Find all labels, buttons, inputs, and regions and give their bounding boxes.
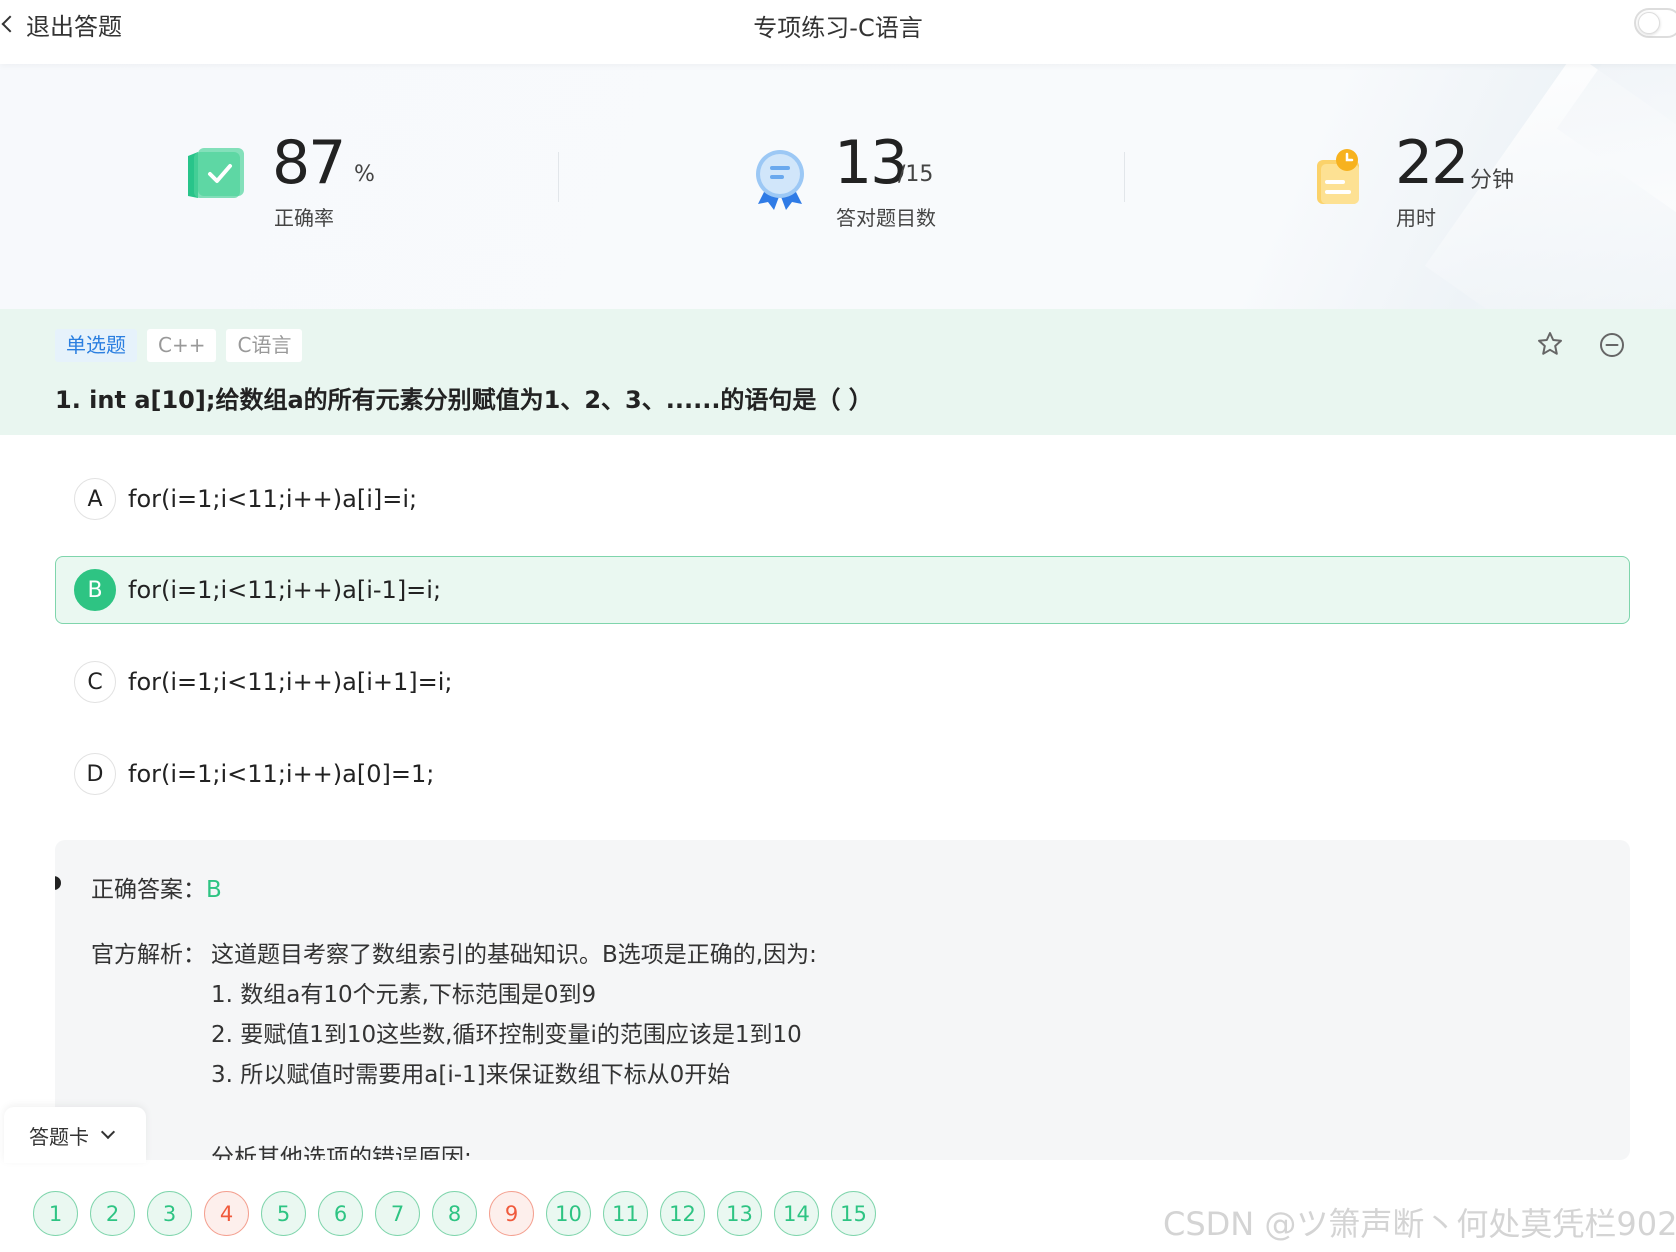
question-number-button[interactable]: 4 — [204, 1191, 249, 1236]
question-number-button[interactable]: 10 — [546, 1191, 591, 1236]
option-text: for(i=1;i<11;i++)a[0]=1; — [128, 760, 435, 788]
question-text: 1. int a[10];给数组a的所有元素分别赋值为1、2、3、......的… — [55, 386, 873, 414]
question-number-button[interactable]: 14 — [774, 1191, 819, 1236]
minus-circle-icon[interactable] — [1598, 331, 1626, 359]
topic-tag: C语言 — [226, 329, 303, 362]
time-value: 22 — [1395, 128, 1469, 198]
question-number-button[interactable]: 5 — [261, 1191, 306, 1236]
clock-note-icon — [1317, 149, 1359, 204]
settings-toggle[interactable] — [1634, 8, 1676, 38]
option-d[interactable]: D for(i=1;i<11;i++)a[0]=1; — [55, 740, 1630, 808]
result-stats: 87 % 正确率 13 /15 答对题目数 22 分钟 用时 — [0, 64, 1676, 309]
explanation-label: 官方解析： — [91, 942, 206, 968]
explanation-line: 2. 要赋值1到10这些数,循环控制变量i的范围应该是1到10 — [211, 1022, 802, 1048]
divider — [558, 152, 559, 202]
correct-count-value: 13 — [834, 128, 908, 198]
watermark: CSDN @ツ箫声断丶何处莫凭栏902 — [1163, 1205, 1676, 1243]
time-stat: 22 分钟 用时 — [1125, 64, 1676, 309]
option-letter: C — [74, 661, 116, 703]
question-type-tag: 单选题 — [55, 329, 137, 362]
question-number-button[interactable]: 6 — [318, 1191, 363, 1236]
question-number-button[interactable]: 9 — [489, 1191, 534, 1236]
toggle-knob — [1638, 12, 1660, 34]
question-number-button[interactable]: 3 — [147, 1191, 192, 1236]
accuracy-stat: 87 % 正确率 — [0, 64, 560, 309]
correct-answer-label: 正确答案： — [91, 877, 206, 903]
question-number-list: 1 2 3 4 5 6 7 8 9 10 11 12 13 14 15 — [33, 1191, 876, 1236]
question-number-button[interactable]: 13 — [717, 1191, 762, 1236]
accuracy-label: 正确率 — [274, 206, 334, 230]
explanation-line: 3. 所以赋值时需要用a[i-1]来保证数组下标从0开始 — [211, 1062, 731, 1088]
answer-card-toggle[interactable]: 答题卡 — [4, 1107, 146, 1163]
time-unit: 分钟 — [1470, 168, 1515, 193]
option-text: for(i=1;i<11;i++)a[i]=i; — [128, 485, 418, 513]
panel-marker — [55, 876, 61, 890]
accuracy-check-icon — [188, 148, 244, 198]
question-number-button[interactable]: 12 — [660, 1191, 705, 1236]
option-letter: A — [74, 478, 116, 520]
answer-explanation-panel: 正确答案：B 官方解析： 这道题目考察了数组索引的基础知识。B选项是正确的,因为… — [55, 840, 1630, 1160]
question-header: 单选题 C++ C语言 — [0, 309, 1676, 435]
time-label: 用时 — [1396, 206, 1436, 230]
topic-tag: C++ — [147, 329, 217, 362]
option-a[interactable]: A for(i=1;i<11;i++)a[i]=i; — [55, 465, 1630, 533]
explanation-line: 1. 数组a有10个元素,下标范围是0到9 — [211, 982, 597, 1008]
star-icon[interactable] — [1536, 330, 1564, 358]
ribbon-badge-icon — [756, 150, 804, 210]
accuracy-value: 87 — [272, 128, 346, 198]
question-tags: 单选题 C++ C语言 — [55, 329, 303, 362]
correct-answer: 正确答案：B — [91, 870, 222, 904]
answer-card-label: 答题卡 — [29, 1124, 89, 1149]
correct-count-unit: /15 — [898, 162, 934, 187]
chevron-down-icon — [100, 1124, 116, 1140]
explanation-line: 这道题目考察了数组索引的基础知识。B选项是正确的,因为: — [211, 942, 817, 968]
option-text: for(i=1;i<11;i++)a[i-1]=i; — [128, 576, 442, 604]
correct-count-stat: 13 /15 答对题目数 — [560, 64, 1125, 309]
question-number-button[interactable]: 15 — [831, 1191, 876, 1236]
question-number-button[interactable]: 8 — [432, 1191, 477, 1236]
explanation-line: 分析其他选项的错误原因: — [211, 1145, 472, 1160]
question-number-button[interactable]: 1 — [33, 1191, 78, 1236]
question-number-button[interactable]: 11 — [603, 1191, 648, 1236]
accuracy-unit: % — [354, 162, 375, 187]
question-number-button[interactable]: 7 — [375, 1191, 420, 1236]
option-text: for(i=1;i<11;i++)a[i+1]=i; — [128, 668, 453, 696]
option-b[interactable]: B for(i=1;i<11;i++)a[i-1]=i; — [55, 556, 1630, 624]
option-c[interactable]: C for(i=1;i<11;i++)a[i+1]=i; — [55, 648, 1630, 716]
top-bar: 退出答题 专项练习-C语言 — [0, 0, 1676, 64]
page-title: 专项练习-C语言 — [753, 14, 923, 42]
option-letter: B — [74, 569, 116, 611]
correct-answer-value: B — [206, 877, 222, 903]
option-letter: D — [74, 753, 116, 795]
question-number-button[interactable]: 2 — [90, 1191, 135, 1236]
correct-count-label: 答对题目数 — [836, 206, 936, 230]
